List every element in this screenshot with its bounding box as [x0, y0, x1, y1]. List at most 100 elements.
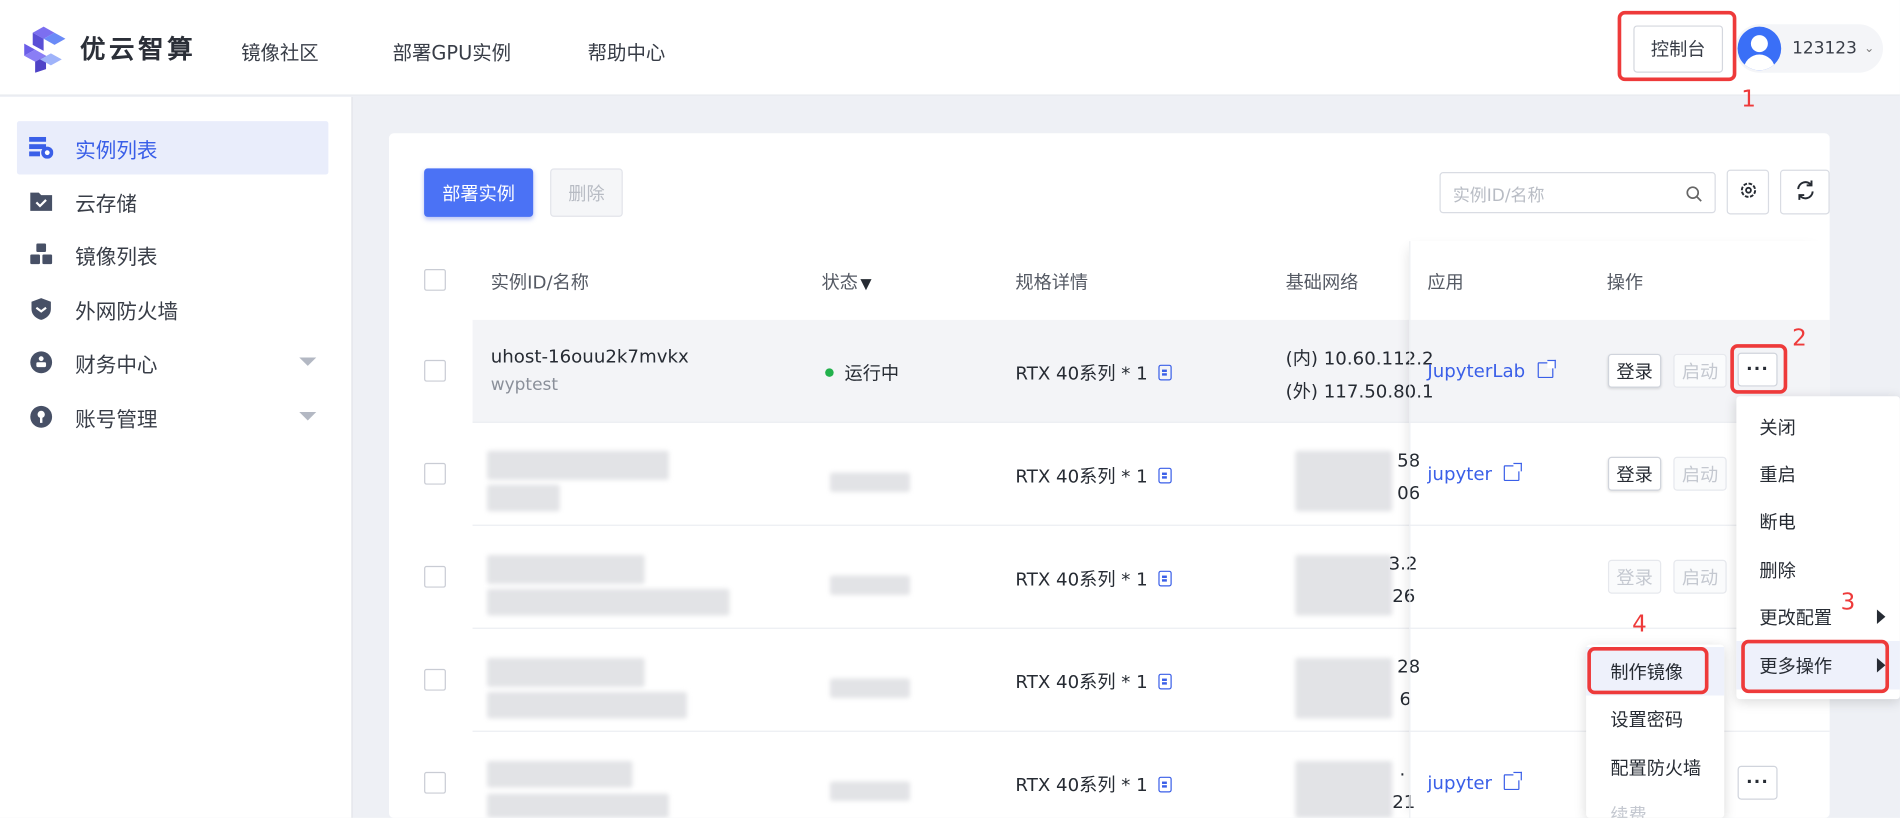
annotation-box-4	[1587, 647, 1709, 695]
settings-button[interactable]	[1726, 169, 1770, 215]
blurred-status	[830, 575, 910, 595]
spec-text: RTX 40系列 * 1	[1015, 465, 1148, 488]
sidebar-item-label: 实例列表	[75, 138, 158, 163]
filter-icon[interactable]: ▼	[860, 275, 871, 292]
spec-detail: RTX 40系列 * 1	[1015, 669, 1172, 694]
search-icon	[1685, 184, 1702, 207]
blurred-status	[830, 678, 910, 698]
chevron-down-icon: ⌄	[1864, 41, 1875, 56]
app-link-jupyterlab[interactable]: JupyterLab	[1427, 359, 1556, 382]
sidebar-item-cloud-storage[interactable]: 云存储	[17, 174, 328, 227]
blurred-network	[1295, 554, 1393, 616]
avatar	[1737, 26, 1782, 71]
row-checkbox[interactable]	[424, 668, 446, 691]
user-name: 123123	[1792, 38, 1857, 59]
blurred-instance-id	[487, 450, 669, 480]
start-button[interactable]: 启动	[1673, 559, 1727, 594]
col-header-id: 实例ID/名称	[490, 271, 589, 294]
detail-note-icon[interactable]	[1158, 364, 1172, 381]
nav-help-center[interactable]: 帮助中心	[588, 36, 666, 65]
start-button[interactable]: 启动	[1673, 353, 1727, 388]
menu-item-shutdown[interactable]: 关闭	[1736, 402, 1900, 450]
blurred-instance-id	[487, 657, 645, 688]
gear-icon	[1738, 180, 1757, 204]
sidebar-item-firewall[interactable]: 外网防火墙	[17, 282, 328, 335]
deploy-instance-button[interactable]: 部署实例	[424, 168, 534, 217]
row-checkbox[interactable]	[424, 565, 446, 588]
row-checkbox[interactable]	[424, 771, 446, 794]
search-placeholder: 实例ID/名称	[1452, 186, 1545, 206]
brand-name: 优云智算	[79, 35, 197, 65]
blurred-instance-name	[487, 793, 669, 818]
select-all-checkbox[interactable]	[424, 268, 446, 291]
annotation-box-3	[1741, 639, 1890, 694]
blurred-instance-name	[487, 691, 688, 719]
app-link-jupyter[interactable]: jupyter	[1427, 771, 1523, 794]
annotation-box-1	[1617, 10, 1737, 82]
finance-icon	[29, 350, 53, 374]
user-menu[interactable]: 123123 ⌄	[1735, 24, 1883, 73]
external-link-icon	[1537, 359, 1556, 379]
row-checkbox[interactable]	[424, 462, 446, 485]
refresh-icon	[1794, 179, 1816, 206]
refresh-button[interactable]	[1779, 169, 1830, 215]
spec-detail: RTX 40系列 * 1	[1015, 772, 1172, 797]
menu-item-label: 更改配置	[1759, 606, 1833, 629]
sidebar-item-label: 云存储	[75, 192, 137, 217]
menu-item-configure-firewall[interactable]: 配置防火墙	[1586, 743, 1724, 791]
detail-note-icon[interactable]	[1158, 467, 1172, 484]
menu-item-delete[interactable]: 删除	[1736, 545, 1900, 593]
delete-button[interactable]: 删除	[550, 168, 623, 217]
blurred-instance-name	[487, 484, 560, 512]
sidebar-item-instances[interactable]: 实例列表	[16, 121, 329, 175]
cubes-icon	[29, 242, 53, 266]
login-button[interactable]: 登录	[1607, 456, 1662, 491]
spec-detail: RTX 40系列 * 1	[1015, 360, 1172, 385]
col-header-spec: 规格详情	[1015, 271, 1089, 294]
shield-icon	[29, 297, 53, 321]
annotation-number-1: 1	[1741, 86, 1756, 113]
sidebar-item-images[interactable]: 镜像列表	[17, 228, 328, 281]
app-link-jupyter[interactable]: jupyter	[1427, 462, 1523, 485]
start-button[interactable]: 启动	[1673, 456, 1727, 491]
blurred-network	[1295, 450, 1393, 512]
col-header-status[interactable]: 状态 ▼	[822, 269, 872, 294]
detail-note-icon[interactable]	[1158, 673, 1172, 690]
chevron-down-icon	[299, 357, 317, 366]
status-text: 运行中	[844, 362, 900, 385]
login-button[interactable]: 登录	[1607, 353, 1662, 388]
blurred-status	[830, 781, 910, 801]
blurred-network	[1295, 657, 1393, 719]
sidebar-item-label: 镜像列表	[75, 245, 158, 270]
nav-image-community[interactable]: 镜像社区	[241, 36, 319, 65]
instance-id[interactable]: uhost-16ouu2k7mvkx	[491, 345, 689, 367]
login-button[interactable]: 登录	[1607, 559, 1662, 594]
detail-note-icon[interactable]	[1158, 776, 1172, 793]
nav-deploy-gpu[interactable]: 部署GPU实例	[393, 36, 511, 65]
menu-item-renew[interactable]: 续费	[1586, 790, 1724, 818]
menu-item-restart[interactable]: 重启	[1736, 450, 1900, 498]
row-checkbox[interactable]	[424, 359, 446, 382]
app-link-label: jupyter	[1427, 771, 1493, 794]
menu-item-change-config[interactable]: 更改配置	[1736, 593, 1900, 641]
detail-note-icon[interactable]	[1158, 570, 1172, 587]
search-input[interactable]: 实例ID/名称	[1439, 172, 1716, 214]
server-list-icon	[29, 136, 54, 160]
sidebar-item-account[interactable]: 账号管理	[17, 390, 328, 443]
chevron-down-icon	[299, 411, 317, 421]
annotation-number-3: 3	[1840, 588, 1856, 616]
blurred-instance-id	[487, 760, 633, 788]
spec-text: RTX 40系列 * 1	[1015, 774, 1148, 797]
status-dot-icon	[825, 368, 834, 377]
sidebar-item-label: 账号管理	[75, 407, 158, 432]
logo-cubes-icon	[22, 24, 66, 73]
sidebar-item-finance[interactable]: 财务中心	[17, 336, 328, 389]
menu-item-set-password[interactable]: 设置密码	[1586, 694, 1724, 742]
instance-name: wyptest	[490, 375, 559, 396]
more-actions-button[interactable]: ···	[1737, 765, 1778, 800]
brand-logo[interactable]: 优云智算	[22, 24, 197, 73]
folder-icon	[29, 189, 53, 213]
col-header-network: 基础网络	[1285, 271, 1359, 294]
network-internal: .	[1399, 758, 1406, 781]
menu-item-power-off[interactable]: 断电	[1736, 497, 1900, 545]
